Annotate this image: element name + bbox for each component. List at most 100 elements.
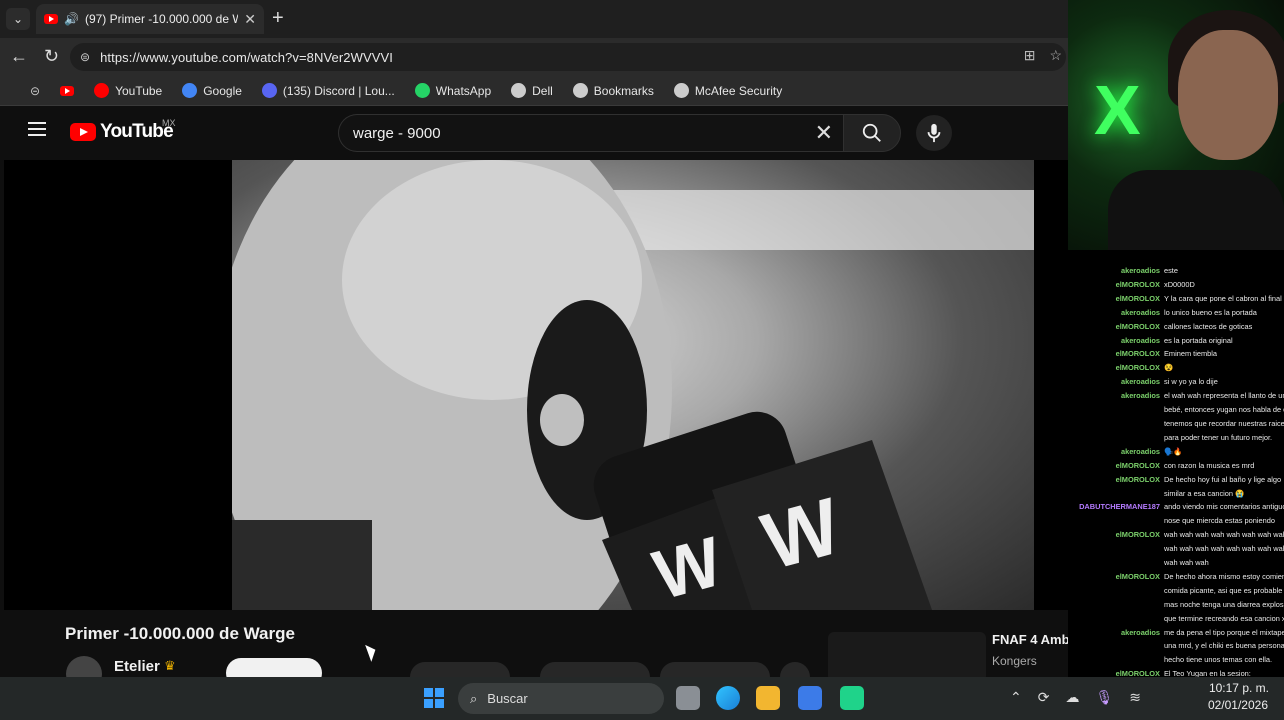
cloud-icon[interactable]: ☁ — [1065, 689, 1079, 706]
favorite-star-icon[interactable]: ☆ — [1049, 47, 1062, 64]
chat-text: una mrd, y el chiki es buena persona, de — [1164, 641, 1284, 651]
video-player[interactable]: W W — [232, 160, 1034, 610]
bookmark-item[interactable]: (135) Discord | Lou... — [261, 83, 395, 98]
file-explorer-icon[interactable] — [756, 686, 780, 710]
chat-message: akeroadios me da pena el tipo porque el m… — [1068, 626, 1284, 640]
chat-username: akeroadios — [1120, 335, 1160, 345]
bookmark-item[interactable]: Dell — [511, 83, 553, 98]
channel-name[interactable]: Etelier — [114, 658, 160, 675]
chat-text: lo unico bueno es la portada — [1164, 307, 1257, 317]
microphone-icon[interactable]: 🎙 — [1095, 689, 1113, 706]
chat-username: akeroadios — [1120, 377, 1160, 387]
bookmark-label: YouTube — [115, 83, 163, 98]
chat-message: wah wah wah wah wah wah wah wah wah — [1068, 542, 1284, 556]
chat-text: comida picante, asi que es probable que — [1164, 585, 1284, 595]
reload-icon[interactable]: ↻ — [44, 46, 59, 67]
chat-message: una mrd, y el chiki es buena persona, de — [1068, 639, 1284, 653]
chat-message: mas noche tenga una diarrea explosiva — [1068, 598, 1284, 612]
url-text[interactable]: https://www.youtube.com/watch?v=8NVer2WV… — [100, 50, 393, 65]
chat-username: elMOROLOX — [1115, 279, 1160, 289]
chat-text: xD0000D — [1164, 279, 1195, 289]
chat-message: akeroadios 🗣️🔥 — [1068, 445, 1284, 459]
country-code: MX — [162, 118, 176, 128]
sync-icon[interactable]: ⟳ — [1038, 689, 1050, 706]
bookmark-label: McAfee Security — [694, 83, 783, 98]
new-tab-icon[interactable]: + — [272, 7, 284, 30]
clock-date[interactable]: 02/01/2026 — [1198, 698, 1268, 712]
youtube-logo-icon — [70, 123, 96, 141]
store-icon[interactable] — [798, 686, 822, 710]
chat-username: elMOROLOX — [1115, 460, 1160, 470]
tab-list-chevron-icon[interactable]: ⌄ — [6, 8, 30, 30]
chat-message: wah wah wah — [1068, 556, 1284, 570]
bookmark-item[interactable]: WhatsApp — [414, 83, 491, 98]
chat-message: tenemos que recordar nuestras raices — [1068, 417, 1284, 431]
chat-username: akeroadios — [1120, 446, 1160, 456]
tab-active[interactable]: 🔊 (97) Primer -10.000.000 de Warge ✕ — [36, 4, 264, 34]
chat-username: akeroadios — [1120, 627, 1160, 637]
youtube-icon — [94, 83, 110, 98]
bookmark-item[interactable]: Google — [182, 83, 242, 98]
stream-chat: akeroadios este elMOROLOX xD0000D elMOROLOX Y… — [1068, 250, 1284, 678]
chat-text: mas noche tenga una diarrea explosiva — [1164, 599, 1284, 609]
chat-message: elMOROLOX Eminem tiembla — [1068, 347, 1284, 361]
site-info-icon[interactable]: ⊜ — [80, 50, 90, 64]
chat-message: akeroadios este — [1068, 264, 1284, 278]
chat-text: 🗣️🔥 — [1164, 446, 1183, 456]
chat-text: similar a esa cancion 😭 — [1164, 488, 1245, 498]
speaker-icon[interactable]: 🔊 — [64, 12, 79, 26]
tab-bar: ⌄ 🔊 (97) Primer -10.000.000 de Warge ✕ + — [0, 0, 1068, 38]
youtube-logo[interactable]: YouTube — [70, 121, 174, 143]
windows-start-icon[interactable] — [424, 688, 444, 708]
chat-text: callones lacteos de goticas — [1164, 321, 1253, 331]
crown-icon: ♛ — [164, 658, 176, 673]
split-screen-icon[interactable]: ⊞ — [1024, 47, 1036, 64]
chat-username: akeroadios — [1120, 307, 1160, 317]
chat-text: Y la cara que pone el cabron al final xd — [1164, 293, 1284, 303]
tab-close-icon[interactable]: ✕ — [244, 11, 256, 28]
search-icon: ⌕ — [470, 690, 478, 706]
search-button[interactable] — [843, 114, 901, 152]
bookmark-item[interactable]: Bookmarks — [572, 83, 654, 98]
navigation-bar: ← ↻ ⊜ https://www.youtube.com/watch?v=8N… — [0, 38, 1068, 76]
wifi-icon[interactable]: ≋ — [1129, 689, 1141, 706]
clear-search-icon[interactable]: ✕ — [815, 120, 833, 146]
chat-text: De hecho ahora mismo estoy comiendo — [1164, 571, 1284, 581]
search-input[interactable]: warge - 9000 ✕ — [338, 114, 843, 152]
back-icon[interactable]: ← — [10, 46, 28, 67]
recommended-thumbnail[interactable] — [828, 632, 986, 682]
task-view-icon[interactable] — [676, 686, 700, 710]
taskbar-search[interactable]: ⌕ Buscar — [458, 683, 664, 714]
chat-message: comida picante, asi que es probable que — [1068, 584, 1284, 598]
edge-icon[interactable] — [716, 686, 740, 710]
youtube-icon — [60, 85, 75, 96]
taskbar-search-placeholder: Buscar — [487, 691, 528, 706]
chat-message: para poder tener un futuro mejor. — [1068, 431, 1284, 445]
chat-text: hecho tiene unos temas con ella. — [1164, 655, 1273, 665]
system-tray: ⌃ ⟳ ☁ 🎙 ≋ — [1010, 689, 1141, 706]
chat-message: elMOROLOX Y la cara que pone el cabron al… — [1068, 292, 1284, 306]
globe-icon — [673, 83, 689, 98]
voice-search-button[interactable] — [916, 115, 952, 151]
discord-icon — [261, 83, 277, 98]
recommended-channel[interactable]: Kongers — [992, 654, 1037, 668]
menu-icon[interactable] — [28, 122, 46, 136]
bookmark-label: Dell — [532, 83, 553, 98]
bookmark-label: Bookmarks — [593, 83, 654, 98]
bookmark-item[interactable]: McAfee Security — [673, 83, 783, 98]
bookmark-bar-icon[interactable]: ⊝ — [30, 84, 40, 98]
chat-text: para poder tener un futuro mejor. — [1164, 432, 1273, 442]
address-bar[interactable]: ⊜ https://www.youtube.com/watch?v=8NVer2… — [70, 43, 1066, 71]
chat-text: el wah wah representa el llanto de un — [1164, 391, 1284, 401]
search-icon — [862, 123, 881, 142]
taskbar: ⌕ Buscar ⌃ ⟳ ☁ 🎙 ≋ 10:17 p. m. 02/01/202… — [0, 677, 1284, 720]
chat-text: este — [1164, 266, 1178, 275]
app-icon[interactable] — [840, 686, 864, 710]
chat-text: bebé, entonces yugan nos habla de que — [1164, 405, 1284, 415]
clock-time[interactable]: 10:17 p. m. — [1205, 681, 1269, 695]
search-query[interactable]: warge - 9000 — [353, 125, 815, 142]
chevron-up-icon[interactable]: ⌃ — [1010, 689, 1022, 706]
bookmark-youtube-shortcut[interactable] — [60, 85, 75, 96]
bookmark-item[interactable]: YouTube — [94, 83, 162, 98]
tab-title: (97) Primer -10.000.000 de Warge — [84, 12, 239, 26]
